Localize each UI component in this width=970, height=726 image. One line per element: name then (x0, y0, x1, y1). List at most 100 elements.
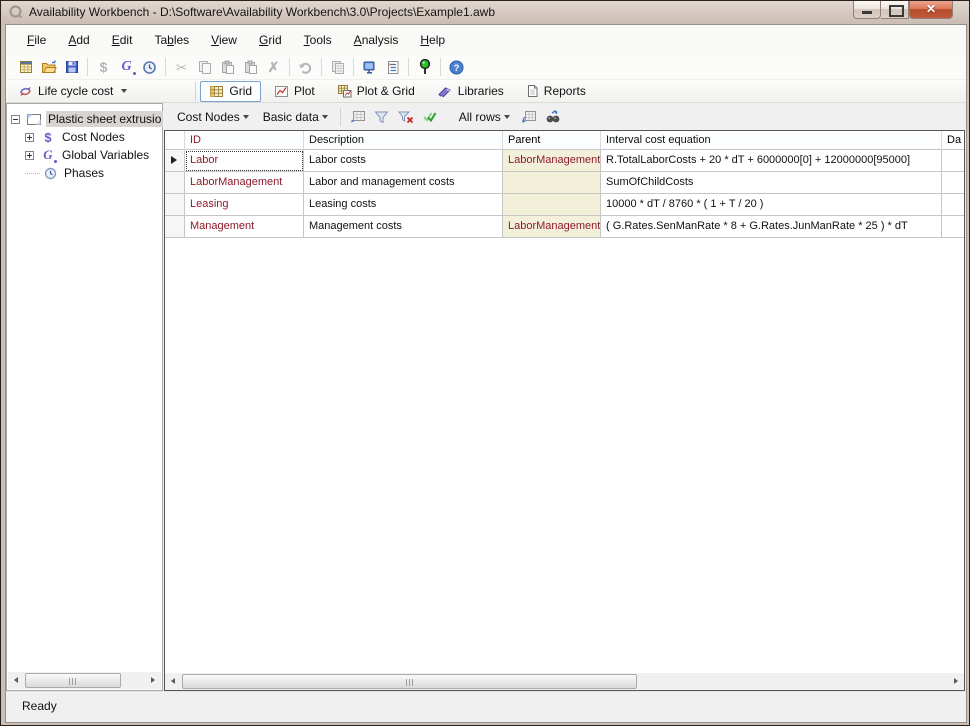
status-bar: Ready (6, 691, 966, 722)
menu-file[interactable]: File (16, 25, 57, 55)
open-icon[interactable] (37, 56, 60, 78)
cell-parent[interactable] (503, 172, 601, 194)
tab-plot[interactable]: Plot (265, 81, 324, 102)
tree-item-phases[interactable]: Phases (11, 164, 162, 182)
client-area: File Add Edit Tables View Grid Tools Ana… (5, 24, 967, 723)
module-selector-dropdown[interactable]: Life cycle cost (12, 81, 133, 102)
minimize-button[interactable] (853, 1, 881, 19)
cell-extra[interactable] (942, 194, 964, 216)
computer-icon[interactable] (358, 56, 381, 78)
table-row: Labor Labor costs LaborManagement R.Tota… (165, 150, 964, 172)
view-selector-label: Basic data (263, 110, 319, 124)
menu-tools[interactable]: Tools (293, 25, 343, 55)
header-id[interactable]: ID (185, 131, 304, 150)
cell-description[interactable]: Management costs (304, 216, 503, 238)
row-selector-cell[interactable] (165, 150, 185, 172)
chevron-down-icon (121, 89, 127, 93)
help-icon[interactable]: ? (445, 56, 468, 78)
menu-tables[interactable]: Tables (143, 25, 200, 55)
row-selector-cell[interactable] (165, 194, 185, 216)
expand-icon[interactable] (25, 151, 34, 160)
tree-item-global-variables[interactable]: G Global Variables (11, 146, 162, 164)
header-equation[interactable]: Interval cost equation (601, 131, 942, 150)
tab-grid[interactable]: Grid (200, 81, 261, 102)
menu-view[interactable]: View (200, 25, 248, 55)
tree-item-label: Global Variables (60, 147, 151, 163)
validate-icon[interactable] (418, 106, 442, 128)
scroll-left-icon[interactable] (8, 672, 25, 689)
global-variable-icon[interactable]: G (115, 56, 138, 78)
project-tree-panel: Plastic sheet extrusio $ Cost Nodes G Gl… (6, 103, 163, 691)
header-selector[interactable] (165, 131, 185, 150)
tab-plot-and-grid[interactable]: Plot & Grid (328, 81, 424, 102)
paste-icon (216, 56, 239, 78)
cell-description[interactable]: Leasing costs (304, 194, 503, 216)
tab-reports[interactable]: Reports (517, 81, 595, 102)
close-button[interactable] (909, 1, 953, 19)
cell-parent[interactable]: LaborManagement (503, 216, 601, 238)
grid-horizontal-scrollbar[interactable] (165, 673, 964, 690)
cell-parent[interactable]: LaborManagement (503, 150, 601, 172)
scroll-left-icon[interactable] (165, 673, 182, 690)
menu-grid[interactable]: Grid (248, 25, 293, 55)
row-selector-cell[interactable] (165, 216, 185, 238)
toolbar-separator (321, 58, 322, 76)
edit-grid-icon[interactable] (346, 106, 370, 128)
save-icon[interactable] (60, 56, 83, 78)
scroll-right-icon[interactable] (947, 673, 964, 690)
cell-extra[interactable] (942, 172, 964, 194)
scrollbar-thumb[interactable] (182, 674, 637, 689)
cell-description[interactable]: Labor costs (304, 150, 503, 172)
cell-equation[interactable]: ( G.Rates.SenManRate * 8 + G.Rates.JunMa… (601, 216, 942, 238)
grid-header-row: ID Description Parent Interval cost equa… (165, 131, 964, 150)
cell-extra[interactable] (942, 150, 964, 172)
table-selector-dropdown[interactable]: Cost Nodes (170, 106, 256, 128)
new-project-icon[interactable] (14, 56, 37, 78)
scroll-right-icon[interactable] (144, 672, 161, 689)
tree-item-project[interactable]: Plastic sheet extrusio (11, 110, 162, 128)
module-selector-label: Life cycle cost (38, 84, 113, 98)
expand-icon[interactable] (25, 133, 34, 142)
cell-equation[interactable]: SumOfChildCosts (601, 172, 942, 194)
cost-node-icon: $ (92, 56, 115, 78)
header-extra[interactable]: Da (942, 131, 964, 150)
checklist-icon[interactable] (381, 56, 404, 78)
phases-clock-icon[interactable] (138, 56, 161, 78)
scrollbar-thumb[interactable] (25, 673, 121, 688)
grid-icon (209, 85, 224, 98)
life-cycle-icon (18, 84, 33, 98)
cell-id[interactable]: LaborManagement (185, 172, 304, 194)
window-controls (853, 1, 953, 19)
cell-parent[interactable] (503, 194, 601, 216)
tab-libraries[interactable]: Libraries (428, 81, 513, 102)
tree-horizontal-scrollbar[interactable] (8, 672, 161, 689)
cell-id[interactable]: Labor (185, 150, 304, 172)
menu-add[interactable]: Add (57, 25, 100, 55)
view-selector-dropdown[interactable]: Basic data (256, 106, 335, 128)
table-selector-label: Cost Nodes (177, 110, 240, 124)
find-icon[interactable] (541, 106, 565, 128)
tree-item-cost-nodes[interactable]: $ Cost Nodes (11, 128, 162, 146)
chevron-down-icon (504, 115, 510, 119)
cell-extra[interactable] (942, 216, 964, 238)
collapse-icon[interactable] (11, 115, 20, 124)
cell-equation[interactable]: 10000 * dT / 8760 * ( 1 + T / 20 ) (601, 194, 942, 216)
goto-row-icon[interactable] (517, 106, 541, 128)
header-parent[interactable]: Parent (503, 131, 601, 150)
filter-icon[interactable] (370, 106, 394, 128)
rows-filter-dropdown[interactable]: All rows (452, 106, 517, 128)
maximize-button[interactable] (881, 1, 909, 19)
header-description[interactable]: Description (304, 131, 503, 150)
cell-description[interactable]: Labor and management costs (304, 172, 503, 194)
cell-id[interactable]: Management (185, 216, 304, 238)
cell-id[interactable]: Leasing (185, 194, 304, 216)
title-bar[interactable]: Availability Workbench - D:\Software\Ava… (1, 1, 969, 23)
menu-help[interactable]: Help (409, 25, 456, 55)
row-selector-cell[interactable] (165, 172, 185, 194)
menu-analysis[interactable]: Analysis (343, 25, 410, 55)
clear-filter-icon[interactable] (394, 106, 418, 128)
project-icon (26, 112, 42, 126)
traffic-light-icon[interactable] (413, 56, 436, 78)
menu-edit[interactable]: Edit (101, 25, 144, 55)
cell-equation[interactable]: R.TotalLaborCosts + 20 * dT + 6000000[0]… (601, 150, 942, 172)
